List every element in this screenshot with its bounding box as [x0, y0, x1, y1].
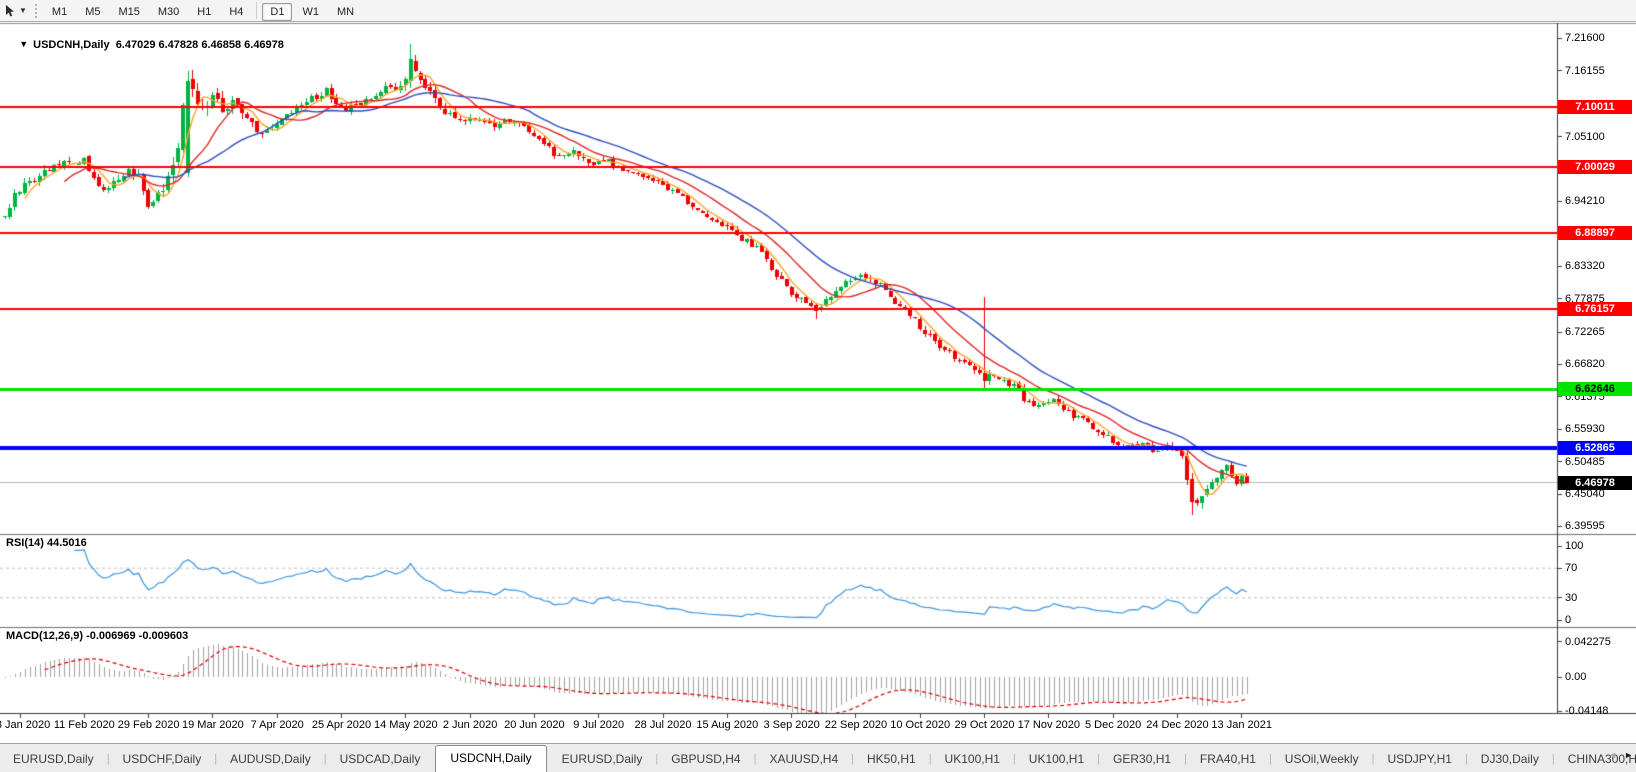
level-price-tag: 6.52865	[1558, 441, 1632, 455]
price-axis-tick: 6.94210	[1565, 195, 1605, 208]
date-axis-label: 22 Sep 2020	[825, 719, 887, 731]
date-axis-label: 19 Mar 2020	[182, 719, 244, 731]
date-axis-label: 13 Jan 2021	[1211, 719, 1272, 731]
date-axis-label: 3 Sep 2020	[763, 719, 819, 731]
cursor-dropdown-icon[interactable]: ▼	[19, 6, 27, 15]
level-price-tag: 6.62646	[1558, 382, 1632, 396]
macd-axis-tick: 0.042275	[1565, 636, 1611, 649]
macd-indicator-label: MACD(12,26,9) -0.006969 -0.009603	[6, 630, 188, 642]
toolbar-grip[interactable]	[35, 4, 37, 18]
macd-axis-tick: -0.04148	[1565, 705, 1608, 718]
date-axis-label: 9 Jul 2020	[573, 719, 624, 731]
level-price-tag: 6.88897	[1558, 226, 1632, 240]
timeframe-buttons: M1M5M15M30H1H4 D1W1MN	[43, 2, 363, 20]
price-axis-tick: 6.39595	[1565, 520, 1605, 533]
price-axis-tick: 7.21600	[1565, 32, 1605, 45]
chart-tab-usdcnh-daily[interactable]: USDCNH,Daily	[435, 745, 546, 772]
timeframe-button-w1[interactable]: W1	[294, 3, 327, 21]
tab-scroll-buttons: ◄ ►	[1608, 750, 1633, 760]
current-price-tag: 6.46978	[1558, 476, 1632, 490]
tab-scroll-right-icon[interactable]: ►	[1624, 750, 1633, 760]
rsi-axis-tick: 0	[1565, 614, 1571, 627]
price-axis-tick: 7.16155	[1565, 65, 1605, 78]
date-axis-label: 23 Jan 2020	[0, 719, 50, 731]
price-axis-tick: 6.72265	[1565, 326, 1605, 339]
cursor-tool-icon[interactable]	[3, 4, 17, 18]
timeframe-button-mn[interactable]: MN	[329, 3, 362, 21]
rsi-indicator-label: RSI(14) 44.5016	[6, 537, 87, 549]
date-axis-label: 25 Apr 2020	[312, 719, 371, 731]
date-axis-label: 2 Jun 2020	[443, 719, 497, 731]
date-axis-label: 28 Jul 2020	[635, 719, 692, 731]
level-price-tag: 7.10011	[1558, 100, 1632, 114]
ohlc-values: 6.47029 6.47828 6.46858 6.46978	[116, 39, 284, 51]
chart-tab-ger30-h1[interactable]: GER30,H1	[1100, 747, 1184, 772]
date-axis-label: 24 Dec 2020	[1146, 719, 1208, 731]
macd-axis-tick: 0.00	[1565, 671, 1586, 684]
price-axis-tick: 6.66820	[1565, 358, 1605, 371]
date-axis-label: 15 Aug 2020	[696, 719, 758, 731]
date-axis-label: 20 Jun 2020	[504, 719, 565, 731]
chart-tab-dj30-daily[interactable]: DJ30,Daily	[1468, 747, 1552, 772]
chart-tab-xauusd-h4[interactable]: XAUUSD,H4	[756, 747, 851, 772]
price-axis-tick: 6.55930	[1565, 423, 1605, 436]
date-axis-label: 29 Oct 2020	[955, 719, 1015, 731]
timeframe-button-m5[interactable]: M5	[77, 3, 108, 21]
date-axis-label: 29 Feb 2020	[118, 719, 180, 731]
date-axis-label: 5 Dec 2020	[1085, 719, 1141, 731]
chart-title: ▼ USDCNH,Daily 6.47029 6.47828 6.46858 6.…	[7, 27, 284, 63]
timeframe-button-m30[interactable]: M30	[150, 3, 187, 21]
chart-tab-hk50-h1[interactable]: HK50,H1	[854, 747, 929, 772]
date-axis-label: 11 Feb 2020	[54, 719, 115, 731]
price-axis-tick: 6.50485	[1565, 456, 1605, 469]
price-axis-tick: 6.45040	[1565, 488, 1605, 501]
timeframe-button-h4[interactable]: H4	[221, 3, 251, 21]
timeframe-button-h1[interactable]: H1	[189, 3, 219, 21]
price-axis-tick: 6.83320	[1565, 260, 1605, 273]
price-axis-tick: 7.05100	[1565, 131, 1605, 144]
timeframe-button-m15[interactable]: M15	[110, 3, 147, 21]
symbol-period-label: USDCNH,Daily	[33, 39, 109, 51]
timeframe-button-m1[interactable]: M1	[44, 3, 75, 21]
chart-tab-usoil-weekly[interactable]: USOil,Weekly	[1272, 747, 1372, 772]
chart-tab-eurusd-daily[interactable]: EURUSD,Daily	[549, 747, 656, 772]
rsi-axis-tick: 30	[1565, 592, 1577, 605]
level-price-tag: 7.00029	[1558, 160, 1632, 174]
chart-tab-audusd-daily[interactable]: AUDUSD,Daily	[217, 747, 324, 772]
chart-tab-usdcad-daily[interactable]: USDCAD,Daily	[327, 747, 434, 772]
chart-tab-uk100-h1[interactable]: UK100,H1	[1016, 747, 1097, 772]
chart-tab-usdchf-daily[interactable]: USDCHF,Daily	[110, 747, 215, 772]
chart-tab-gbpusd-h4[interactable]: GBPUSD,H4	[658, 747, 753, 772]
rsi-axis-tick: 70	[1565, 562, 1577, 575]
chart-tab-eurusd-daily[interactable]: EURUSD,Daily	[0, 747, 107, 772]
chart-tab-fra40-h1[interactable]: FRA40,H1	[1187, 747, 1269, 772]
date-axis-label: 14 May 2020	[374, 719, 438, 731]
collapse-triangle-icon[interactable]: ▼	[19, 39, 28, 49]
timeframe-toolbar: ▼ M1M5M15M30H1H4 D1W1MN	[0, 0, 1636, 22]
timeframe-button-d1[interactable]: D1	[262, 3, 292, 21]
rsi-axis-tick: 100	[1565, 540, 1583, 553]
chart-tabs-bar: EURUSD,Daily|USDCHF,Daily|AUDUSD,Daily|U…	[0, 743, 1636, 772]
tab-scroll-left-icon[interactable]: ◄	[1608, 750, 1617, 760]
chart-region: ▼ USDCNH,Daily 6.47029 6.47828 6.46858 6.…	[0, 22, 1636, 743]
date-axis-label: 7 Apr 2020	[251, 719, 304, 731]
price-chart-canvas[interactable]	[0, 22, 1636, 743]
chart-tab-uk100-h1[interactable]: UK100,H1	[932, 747, 1013, 772]
date-axis-label: 17 Nov 2020	[1018, 719, 1080, 731]
chart-tab-usdjpy-h1[interactable]: USDJPY,H1	[1374, 747, 1464, 772]
level-price-tag: 6.76157	[1558, 302, 1632, 316]
date-axis-label: 10 Oct 2020	[890, 719, 950, 731]
